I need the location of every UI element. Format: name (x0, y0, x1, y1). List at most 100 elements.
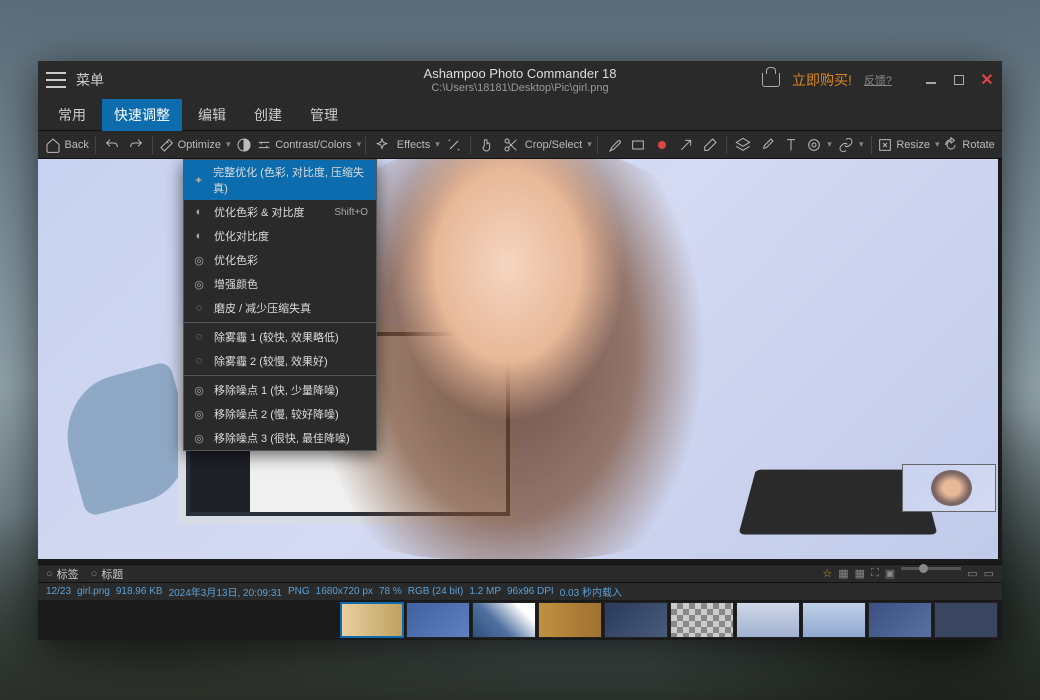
undo-button[interactable] (101, 134, 123, 156)
magic-wand-icon (446, 137, 462, 153)
brush-button[interactable] (756, 134, 778, 156)
record-button[interactable] (651, 134, 673, 156)
film-thumb[interactable] (868, 602, 932, 638)
target-button[interactable] (804, 134, 834, 156)
film-thumb[interactable] (406, 602, 470, 638)
tab-create[interactable]: 创建 (242, 99, 294, 131)
contrast-icon (236, 137, 252, 153)
rectangle-icon (630, 137, 646, 153)
file-path: C:\Users\18181\Desktop\Pic\girl.png (424, 82, 617, 94)
optimize-dropdown[interactable]: Optimize (158, 134, 231, 156)
scissors-icon (503, 137, 519, 153)
zoom-slider[interactable] (901, 567, 961, 570)
title-label[interactable]: 标题 (101, 566, 123, 582)
arrow-button[interactable] (675, 134, 697, 156)
contrast-icon: ◐ (192, 229, 206, 243)
opt-dehaze-2[interactable]: ◌除雾霾 2 (较慢, 效果好) (184, 349, 376, 373)
cart-icon[interactable] (762, 73, 780, 87)
toolbar: Back Optimize Contrast/Colors Effects Cr… (38, 131, 1002, 159)
drop-icon: ◌ (192, 301, 206, 315)
opt-denoise-3[interactable]: ◎移除噪点 3 (很快, 最佳降噪) (184, 426, 376, 450)
arrow-icon (678, 137, 694, 153)
sparkle-button[interactable] (371, 134, 393, 156)
contrast-colors-dropdown[interactable]: Contrast/Colors (257, 134, 360, 156)
resize-dropdown[interactable]: Resize (877, 134, 941, 156)
status-size: 918.96 KB (116, 586, 163, 597)
sparkle-icon (374, 137, 390, 153)
magic-button[interactable] (443, 134, 465, 156)
scissors-button[interactable] (500, 134, 522, 156)
app-title: Ashampoo Photo Commander 18 (424, 66, 617, 81)
film-thumb[interactable] (340, 602, 404, 638)
close-button[interactable]: ✕ (980, 73, 994, 87)
title-center: Ashampoo Photo Commander 18 C:\Users\181… (424, 66, 617, 94)
target-icon (806, 137, 822, 153)
tab-edit[interactable]: 编辑 (186, 99, 238, 131)
image-viewport (38, 159, 998, 559)
opt-color-contrast[interactable]: ◐优化色彩 & 对比度Shift+O (184, 200, 376, 224)
film-thumb[interactable] (934, 602, 998, 638)
hamburger-menu-button[interactable] (46, 72, 66, 88)
status-filename: girl.png (77, 586, 110, 597)
opt-full-optimize[interactable]: ✦完整优化 (色彩, 对比度, 压缩失真) (184, 160, 376, 200)
target-icon: ◎ (192, 253, 206, 267)
effects-dropdown[interactable]: Effects (395, 134, 441, 156)
layers-button[interactable] (732, 134, 754, 156)
optimize-context-menu: ✦完整优化 (色彩, 对比度, 压缩失真) ◐优化色彩 & 对比度Shift+O… (183, 159, 377, 451)
star-icon[interactable]: ☆ (822, 567, 832, 580)
opt-color[interactable]: ◎优化色彩 (184, 248, 376, 272)
tab-quick-adjust[interactable]: 快速调整 (102, 99, 182, 131)
link-button[interactable] (836, 134, 866, 156)
opt-enhance-color[interactable]: ◎增强颜色 (184, 272, 376, 296)
target-icon: ◎ (192, 383, 206, 397)
film-thumb[interactable] (604, 602, 668, 638)
actual-icon[interactable]: ▭ (984, 567, 994, 580)
histogram-icon[interactable]: ▣ (885, 567, 895, 580)
film-thumb[interactable] (670, 602, 734, 638)
film-thumb[interactable] (472, 602, 536, 638)
back-button[interactable]: Back (44, 134, 90, 156)
tab-common[interactable]: 常用 (46, 99, 98, 131)
status-load: 0.03 秒内载入 (560, 584, 622, 599)
tag-label[interactable]: 标签 (57, 566, 79, 582)
maximize-button[interactable] (952, 73, 966, 87)
target-icon: ◎ (192, 407, 206, 421)
status-colorspace: RGB (24 bit) (408, 586, 464, 597)
opt-denoise-1[interactable]: ◎移除噪点 1 (快, 少量降噪) (184, 378, 376, 402)
film-thumb[interactable] (538, 602, 602, 638)
hand-button[interactable] (476, 134, 498, 156)
contrast-icon-button[interactable] (233, 134, 255, 156)
canvas-area[interactable]: ✦完整优化 (色彩, 对比度, 压缩失真) ◐优化色彩 & 对比度Shift+O… (38, 159, 1002, 564)
opt-dehaze-1[interactable]: ◌除雾霾 1 (较快, 效果略低) (184, 325, 376, 349)
grid2-icon[interactable]: ▦ (855, 567, 865, 580)
feedback-link[interactable]: 反馈? (864, 72, 892, 88)
picker-button[interactable] (603, 134, 625, 156)
sliders-icon (256, 137, 272, 153)
rotate-button[interactable]: Rotate (942, 134, 996, 156)
grid-icon[interactable]: ▦ (838, 567, 848, 580)
contrast-icon: ◐ (192, 205, 206, 219)
status-zoom: 78 % (379, 586, 402, 597)
menu-label[interactable]: 菜单 (76, 70, 104, 90)
rect-button[interactable] (627, 134, 649, 156)
opt-contrast[interactable]: ◐优化对比度 (184, 224, 376, 248)
film-thumb[interactable] (736, 602, 800, 638)
fullscreen-icon[interactable]: ⛶ (871, 567, 879, 580)
rotate-icon (943, 137, 959, 153)
redo-button[interactable] (125, 134, 147, 156)
opt-denoise-2[interactable]: ◎移除噪点 2 (慢, 较好降噪) (184, 402, 376, 426)
fit-icon[interactable]: ▭ (967, 567, 977, 580)
titlebar: 菜单 Ashampoo Photo Commander 18 C:\Users\… (38, 61, 1002, 99)
minimize-button[interactable] (924, 73, 938, 87)
status-index: 12/23 (46, 586, 71, 597)
eraser-button[interactable] (699, 134, 721, 156)
crop-select-dropdown[interactable]: Crop/Select (524, 134, 592, 156)
tab-manage[interactable]: 管理 (298, 99, 350, 131)
filmstrip[interactable] (38, 600, 1002, 640)
film-thumb[interactable] (802, 602, 866, 638)
buy-now-link[interactable]: 立即购买! (792, 70, 852, 90)
opt-smooth-skin[interactable]: ◌磨皮 / 减少压缩失真 (184, 296, 376, 320)
text-button[interactable] (780, 134, 802, 156)
navigator-thumbnail[interactable] (902, 464, 996, 512)
redo-icon (128, 137, 144, 153)
